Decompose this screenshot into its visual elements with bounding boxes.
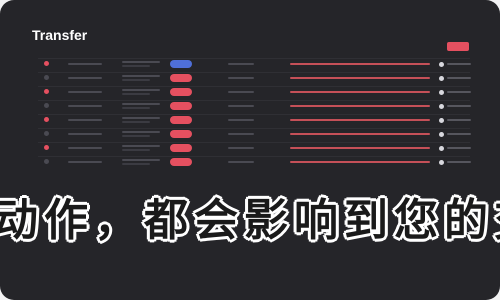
status-dot [439, 104, 444, 109]
status-label [447, 147, 471, 149]
amount-bar [290, 133, 430, 135]
amount-bar [290, 147, 430, 149]
row-cell [122, 75, 160, 77]
row-cell [68, 161, 102, 163]
status-dot [439, 76, 444, 81]
row-cell [122, 61, 160, 63]
status-label [447, 77, 471, 79]
overlay-caption: 动作，都会影响到您的交易 [0, 195, 500, 246]
row-icon [44, 103, 49, 108]
row-cell [122, 103, 160, 105]
row-cell [228, 63, 254, 65]
row-cell [122, 93, 150, 95]
row-cell [122, 131, 160, 133]
row-cell [228, 119, 254, 121]
status-dot [439, 132, 444, 137]
row-cell [228, 133, 254, 135]
status-label [447, 63, 471, 65]
row-icon [44, 159, 49, 164]
row-cell [122, 79, 150, 81]
row-cell [122, 107, 150, 109]
row-icon [44, 145, 49, 150]
row-icon [44, 75, 49, 80]
status-label [447, 119, 471, 121]
amount-bar [290, 161, 430, 163]
row-cell [228, 91, 254, 93]
row-cell [122, 135, 150, 137]
row-cell [228, 147, 254, 149]
row-icon [44, 89, 49, 94]
status-pill[interactable] [170, 102, 192, 110]
transfer-table [38, 58, 471, 178]
row-icon [44, 61, 49, 66]
status-pill[interactable] [170, 116, 192, 124]
row-icon [44, 117, 49, 122]
status-dot [439, 90, 444, 95]
row-cell [68, 63, 102, 65]
row-cell [122, 117, 160, 119]
row-cell [228, 77, 254, 79]
status-dot [439, 62, 444, 67]
row-cell [228, 105, 254, 107]
row-cell [122, 89, 160, 91]
table-row[interactable] [38, 86, 471, 98]
row-cell [68, 77, 102, 79]
table-row[interactable] [38, 100, 471, 112]
row-cell [122, 65, 150, 67]
amount-bar [290, 77, 430, 79]
row-cell [122, 149, 150, 151]
table-row[interactable] [38, 114, 471, 126]
table-row[interactable] [38, 156, 471, 168]
amount-bar [290, 105, 430, 107]
status-pill[interactable] [170, 60, 192, 68]
row-cell [122, 121, 150, 123]
amount-bar [290, 91, 430, 93]
table-row[interactable] [38, 142, 471, 154]
row-cell [122, 145, 160, 147]
status-label [447, 133, 471, 135]
page-title: Transfer [32, 27, 88, 43]
row-cell [68, 105, 102, 107]
amount-bar [290, 119, 430, 121]
row-cell [122, 163, 150, 165]
status-pill[interactable] [170, 88, 192, 96]
status-dot [439, 160, 444, 165]
row-cell [68, 119, 102, 121]
primary-action-button[interactable] [447, 42, 469, 51]
row-cell [68, 91, 102, 93]
row-cell [122, 159, 160, 161]
transfer-window: Transfer 动作，都会影响到您的交易 [0, 0, 500, 300]
status-pill[interactable] [170, 144, 192, 152]
status-pill[interactable] [170, 74, 192, 82]
table-row[interactable] [38, 58, 471, 70]
row-cell [68, 133, 102, 135]
table-row[interactable] [38, 72, 471, 84]
status-dot [439, 146, 444, 151]
row-icon [44, 131, 49, 136]
status-dot [439, 118, 444, 123]
amount-bar [290, 63, 430, 65]
row-cell [228, 161, 254, 163]
row-cell [68, 147, 102, 149]
status-label [447, 161, 471, 163]
table-row[interactable] [38, 128, 471, 140]
status-label [447, 91, 471, 93]
status-pill[interactable] [170, 130, 192, 138]
status-pill[interactable] [170, 158, 192, 166]
status-label [447, 105, 471, 107]
